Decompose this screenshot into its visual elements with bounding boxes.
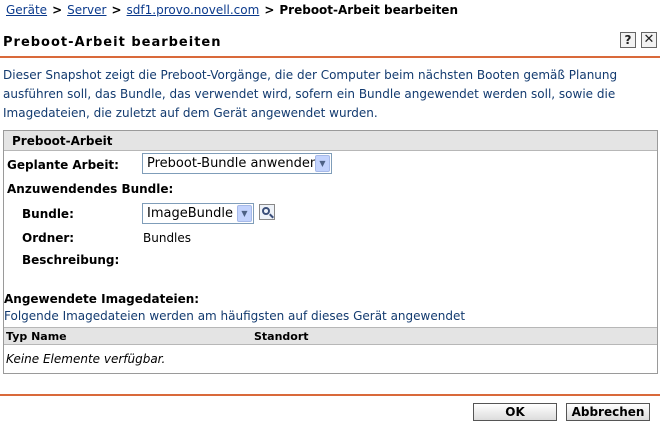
folder-value: Bundles [143, 231, 192, 245]
close-icon[interactable]: ✕ [641, 32, 657, 48]
chevron-down-icon: ▼ [315, 155, 330, 172]
help-icon[interactable]: ? [620, 32, 636, 48]
empty-table-message: Keine Elemente verfügbar. [6, 352, 166, 366]
title-divider [0, 56, 660, 58]
search-icon[interactable] [259, 204, 275, 220]
scheduled-work-select[interactable]: Preboot-Bundle anwenden ▼ [142, 153, 332, 174]
title-bar: Preboot-Arbeit bearbeiten ? ✕ [0, 30, 660, 54]
page-description: Dieser Snapshot zeigt die Preboot-Vorgän… [3, 68, 618, 120]
bundle-label: Bundle: [22, 207, 74, 221]
breadcrumb-current: Preboot-Arbeit bearbeiten [279, 3, 458, 17]
panel-title: Preboot-Arbeit [12, 134, 113, 148]
breadcrumb-link-server[interactable]: Server [67, 3, 106, 17]
preboot-work-panel: Preboot-Arbeit Geplante Arbeit: Preboot-… [3, 130, 658, 374]
cancel-button[interactable]: Abbrechen [566, 403, 650, 421]
applied-images-label: Angewendete Imagedateien: [4, 292, 200, 306]
scheduled-work-label: Geplante Arbeit: [7, 158, 119, 172]
bundle-section-label: Anzuwendendes Bundle: [7, 182, 174, 196]
chevron-down-icon: ▼ [237, 205, 252, 222]
footer-divider [0, 394, 660, 396]
images-table-header: Typ Name Standort [4, 327, 657, 345]
bundle-value: ImageBundle [147, 206, 233, 221]
breadcrumb-separator: > [52, 3, 63, 17]
description-label: Beschreibung: [22, 253, 120, 267]
column-location[interactable]: Standort [254, 330, 309, 343]
ok-button[interactable]: OK [473, 403, 557, 421]
applied-images-description: Folgende Imagedateien werden am häufigst… [4, 309, 466, 323]
breadcrumb: Geräte > Server > sdf1.provo.novell.com > Preb… [6, 3, 458, 17]
breadcrumb-link-device[interactable]: sdf1.provo.novell.com [127, 3, 260, 17]
panel-header: Preboot-Arbeit [4, 131, 657, 151]
scheduled-work-value: Preboot-Bundle anwenden [147, 156, 319, 171]
bundle-select[interactable]: ImageBundle ▼ [142, 203, 254, 224]
breadcrumb-separator: > [111, 3, 122, 17]
page-title: Preboot-Arbeit bearbeiten [3, 35, 222, 50]
folder-label: Ordner: [22, 231, 75, 245]
column-type-name[interactable]: Typ Name [6, 330, 67, 343]
breadcrumb-separator: > [264, 3, 275, 17]
breadcrumb-link-geraete[interactable]: Geräte [6, 3, 47, 17]
